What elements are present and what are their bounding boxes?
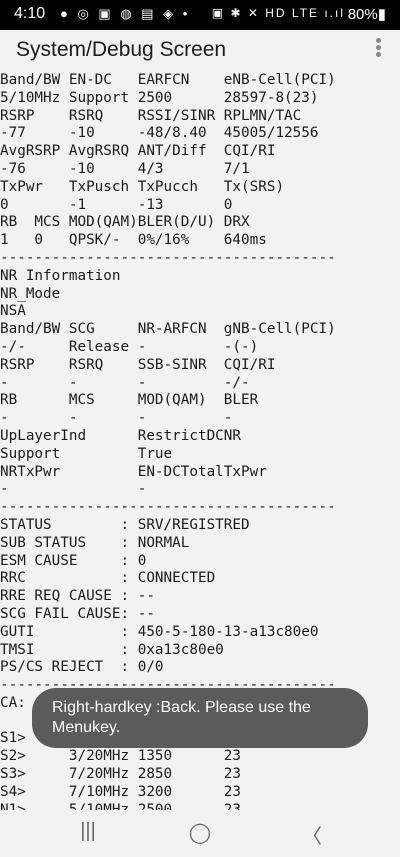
- debug-line: TxPwr TxPusch TxPucch Tx(SRS): [0, 178, 285, 195]
- debug-line: NR_Mode: [0, 285, 61, 302]
- page-title: System/Debug Screen: [16, 38, 227, 61]
- home-icon[interactable]: ◯: [180, 820, 220, 846]
- back-icon[interactable]: 〈: [292, 820, 332, 848]
- debug-line: Band/BW EN-DC EARFCN eNB-Cell(PCI): [0, 72, 336, 88]
- notification-icons: ● ◎ ▣ ◍ ▤ ◈ •: [60, 6, 191, 21]
- debug-line: RSRP RSRQ RSSI/SINR RPLMN/TAC: [0, 107, 302, 124]
- debug-line: -77 -10 -48/8.40 45005/12556: [0, 125, 319, 142]
- debug-line: TMSI : 0xa13c80e0: [0, 641, 224, 658]
- debug-line: NR Information: [0, 267, 121, 284]
- debug-line: - - - -: [0, 410, 233, 427]
- debug-line: STATUS : SRV/REGISTRED: [0, 516, 250, 533]
- connectivity-icons: ▣ ✱ ✕ HD LTE ı.ıl: [211, 6, 345, 20]
- app-bar: System/Debug Screen: [0, 30, 400, 70]
- debug-line: S3> 7/20MHz 2850 23: [0, 766, 242, 783]
- debug-line: 0 -1 -13 0: [0, 196, 233, 213]
- status-time: 4:10: [14, 5, 46, 22]
- debug-line: - -: [0, 481, 147, 498]
- navigation-bar: ||| ◯ 〈: [0, 810, 400, 857]
- debug-line: SUB STATUS : NORMAL: [0, 534, 190, 551]
- debug-line: - - - -/-: [0, 374, 250, 391]
- debug-line: ESM CAUSE : 0: [0, 552, 147, 569]
- debug-line: Support True: [0, 445, 173, 462]
- debug-line: -/- Release - -(-): [0, 338, 259, 355]
- debug-line: NRTxPwr EN-DCTotalTxPwr: [0, 463, 267, 480]
- toast-message: Right-hardkey :Back. Please use the Menu…: [32, 688, 368, 748]
- debug-line: AvgRSRP AvgRSRQ ANT/Diff CQI/RI: [0, 143, 276, 160]
- debug-line: S2> 3/20MHz 1350 23: [0, 748, 242, 765]
- overflow-menu-icon[interactable]: [374, 38, 382, 60]
- debug-line: RB MCS MOD(QAM)BLER(D/U) DRX: [0, 214, 250, 231]
- debug-line: -76 -10 4/3 7/1: [0, 160, 250, 177]
- debug-line: GUTI : 450-5-180-13-a13c80e0: [0, 623, 319, 640]
- debug-line: PS/CS REJECT : 0/0: [0, 659, 164, 676]
- debug-line: S4> 7/10MHz 3200 23: [0, 783, 242, 800]
- debug-line: SCG FAIL CAUSE: --: [0, 605, 155, 622]
- debug-line: RRE REQ CAUSE : --: [0, 588, 155, 605]
- debug-line: UpLayerInd RestrictDCNR: [0, 427, 242, 444]
- debug-line: RB MCS MOD(QAM) BLER: [0, 392, 259, 409]
- recents-icon[interactable]: |||: [68, 820, 108, 846]
- debug-line: ---------------------------------------: [0, 249, 336, 266]
- battery-indicator: 80%▮: [347, 6, 386, 23]
- debug-line: RRC : CONNECTED: [0, 570, 216, 587]
- debug-line: Band/BW SCG NR-ARFCN gNB-Cell(PCI): [0, 321, 336, 338]
- debug-line: 1 0 QPSK/- 0%/16% 640ms: [0, 232, 267, 249]
- debug-line: NSA: [0, 303, 26, 320]
- status-bar: 4:10 ● ◎ ▣ ◍ ▤ ◈ • ▣ ✱ ✕ HD LTE ı.ıl 80%…: [0, 0, 400, 30]
- debug-line: N1> 5/10MHz 2500 23: [0, 801, 242, 810]
- debug-line: RSRP RSRQ SSB-SINR CQI/RI: [0, 356, 276, 373]
- debug-line: ---------------------------------------: [0, 499, 336, 516]
- debug-line: 5/10MHz Support 2500 28597-8(23): [0, 89, 319, 106]
